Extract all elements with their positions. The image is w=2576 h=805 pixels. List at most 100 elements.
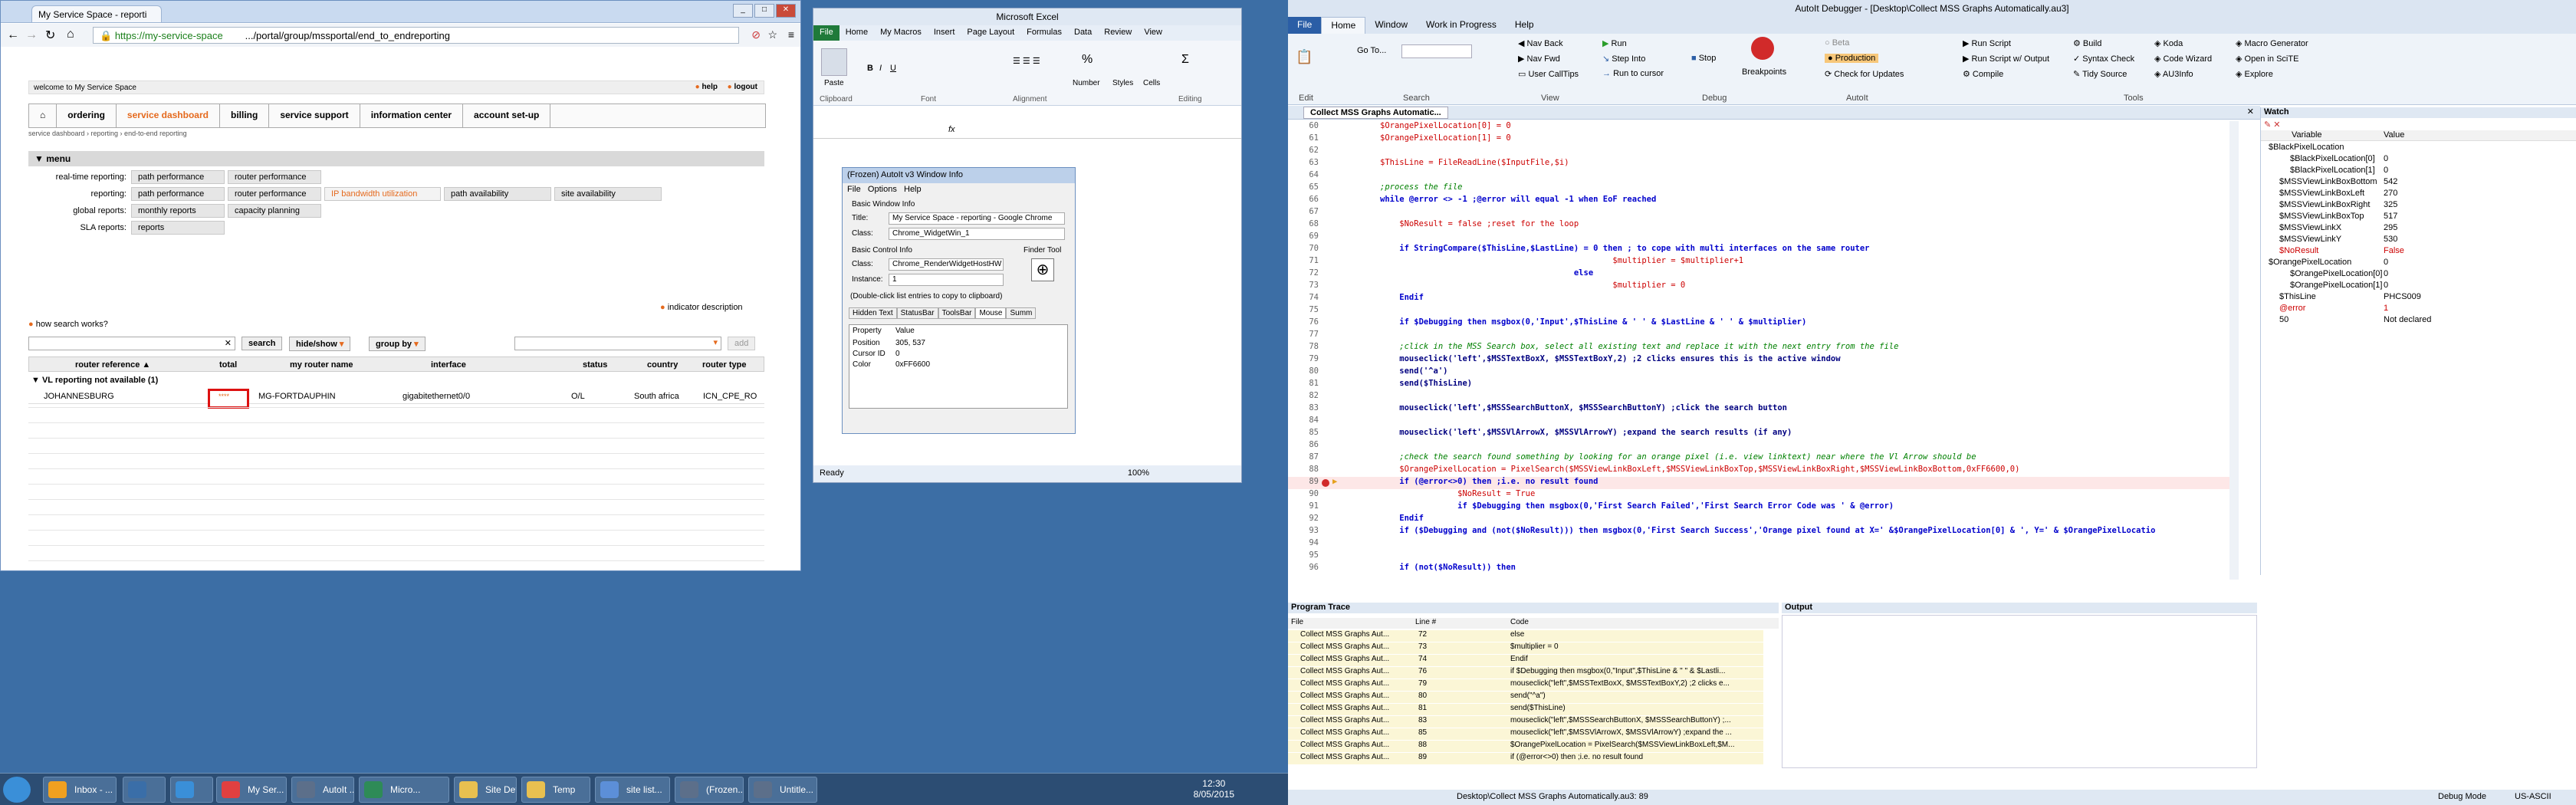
editor-scrollbar[interactable] xyxy=(2229,121,2239,580)
nav-information-center[interactable]: information center xyxy=(360,104,464,127)
sum-icon[interactable]: Σ xyxy=(1181,53,1189,67)
forward-icon[interactable]: → xyxy=(25,28,38,42)
align-icon[interactable]: ☰ ☰ ☰ xyxy=(1013,56,1040,66)
trace-row[interactable]: Collect MSS Graphs Aut... 80 send("^a") xyxy=(1288,692,1763,703)
code-line[interactable]: 66 while @error <> -1 ;@error will equal … xyxy=(1288,195,2231,207)
code-line[interactable]: 77 xyxy=(1288,330,2231,342)
nav-ordering[interactable]: ordering xyxy=(57,104,117,127)
tab-mouse[interactable]: Mouse xyxy=(975,307,1007,319)
menu-item[interactable]: site availability xyxy=(554,187,662,201)
production-option[interactable]: ● Production xyxy=(1825,54,1879,63)
class-field[interactable]: Chrome_WidgetWin_1 xyxy=(889,228,1065,240)
watch-row[interactable]: $OrangePixelLocation 0 xyxy=(2261,258,2568,268)
column-header[interactable]: interface xyxy=(431,360,466,370)
code-line[interactable]: 60 $OrangePixelLocation[0] = 0 xyxy=(1288,121,2231,133)
star-icon[interactable]: ☆ xyxy=(767,28,777,41)
bold-icon[interactable]: B xyxy=(867,64,873,73)
tab-window[interactable]: Window xyxy=(1365,17,1417,34)
back-icon[interactable]: ← xyxy=(7,28,19,42)
code-line[interactable]: 64 xyxy=(1288,170,2231,182)
home-icon[interactable]: ⌂ xyxy=(67,28,74,41)
code-line[interactable]: 86 xyxy=(1288,440,2231,452)
excel-tab[interactable]: Insert xyxy=(928,25,961,41)
column-header[interactable]: my router name xyxy=(290,360,353,370)
tab-statusbar[interactable]: StatusBar xyxy=(896,307,938,319)
nav-back-button[interactable]: ◀ Nav Back xyxy=(1518,38,1563,48)
code-line[interactable]: 68 $NoResult = false ;reset for the loop xyxy=(1288,219,2231,232)
code-line[interactable]: 80 send('^a') xyxy=(1288,366,2231,379)
column-header[interactable]: Value xyxy=(895,327,915,335)
code-line[interactable]: 72 else xyxy=(1288,268,2231,281)
code-line[interactable]: 94 xyxy=(1288,538,2231,550)
nav-billing[interactable]: billing xyxy=(220,104,270,127)
column-header[interactable]: Value xyxy=(2384,130,2404,140)
title-field[interactable]: My Service Space - reporting - Google Ch… xyxy=(889,212,1065,225)
nav-service-support[interactable]: service support xyxy=(269,104,360,127)
breakpoint-icon[interactable] xyxy=(1322,479,1329,487)
taskbar-item[interactable] xyxy=(123,777,166,803)
code-line[interactable]: 61 $OrangePixelLocation[1] = 0 xyxy=(1288,133,2231,146)
taskbar-item[interactable]: Untitle... xyxy=(748,777,817,803)
taskbar-item[interactable] xyxy=(170,777,213,803)
property-value[interactable]: 0xFF6600 xyxy=(895,360,930,369)
watch-row[interactable]: $MSSViewLinkBoxBottom 542 xyxy=(2261,177,2568,188)
code-line[interactable]: 65 ;process the file xyxy=(1288,182,2231,195)
watch-row[interactable]: $MSSViewLinkBoxLeft 270 xyxy=(2261,189,2568,199)
instance-field[interactable]: 1 xyxy=(889,274,1004,286)
macro-generator-button[interactable]: ◈ Macro Generator xyxy=(2236,38,2308,48)
help-link[interactable]: ● help xyxy=(695,83,718,91)
code-line[interactable]: 78 ;click in the MSS Search box, select … xyxy=(1288,342,2231,354)
watch-add-icon[interactable]: ✎ xyxy=(2264,120,2271,130)
taskbar-item[interactable]: My Ser... xyxy=(216,777,287,803)
menu-icon[interactable]: ≡ xyxy=(788,28,794,41)
menu-item[interactable]: router performance xyxy=(228,187,321,201)
excel-tab-file[interactable]: File xyxy=(813,25,840,41)
code-line[interactable]: 83 mouseclick('left',$MSSSearchButtonX, … xyxy=(1288,403,2231,416)
watch-row[interactable]: 50 Not declared xyxy=(2261,315,2568,326)
start-button[interactable] xyxy=(3,777,31,803)
maximize-button[interactable]: □ xyxy=(754,4,774,18)
menu-item[interactable]: path availability xyxy=(444,187,551,201)
watch-row[interactable]: $MSSViewLinkBoxRight 325 xyxy=(2261,200,2568,211)
column-header[interactable]: status xyxy=(583,360,607,370)
trace-row[interactable]: Collect MSS Graphs Aut... 72 else xyxy=(1288,630,1763,642)
run-script-button[interactable]: ▶ Run Script xyxy=(1963,38,2011,48)
code-line[interactable]: 93 if ($Debugging and (not($NoResult))) … xyxy=(1288,526,2231,538)
trace-row[interactable]: Collect MSS Graphs Aut... 74 Endif xyxy=(1288,655,1763,666)
column-header[interactable]: total xyxy=(219,360,237,370)
excel-tab[interactable]: View xyxy=(1138,25,1168,41)
code-line[interactable]: 81 send($ThisLine) xyxy=(1288,379,2231,391)
syntax-check-button[interactable]: ✓ Syntax Check xyxy=(2073,54,2134,64)
italic-icon[interactable]: I xyxy=(879,64,882,73)
search-combo[interactable] xyxy=(1401,44,1472,58)
menu-item[interactable]: reports xyxy=(131,221,225,235)
nav-fwd-button[interactable]: ▶ Nav Fwd xyxy=(1518,54,1560,64)
breakpoints-label[interactable]: Breakpoints xyxy=(1742,67,1786,77)
menu-file[interactable]: File xyxy=(847,185,861,194)
code-line[interactable]: 84 xyxy=(1288,416,2231,428)
taskbar-item[interactable]: Micro... xyxy=(359,777,449,803)
code-line[interactable]: 74 Endif xyxy=(1288,293,2231,305)
search-input[interactable]: ✕ xyxy=(28,337,235,350)
indicator-description[interactable]: ● indicator description xyxy=(660,303,743,312)
watch-row[interactable]: $MSSViewLinkX 295 xyxy=(2261,223,2568,234)
watch-row[interactable]: $MSSViewLinkY 530 xyxy=(2261,235,2568,245)
code-line[interactable]: 76 if $Debugging then msgbox(0,'Input',$… xyxy=(1288,317,2231,330)
code-line[interactable]: 96 if (not($NoResult)) then xyxy=(1288,563,2231,575)
taskbar-item[interactable]: Site Det... xyxy=(454,777,517,803)
au3info-button[interactable]: ◈ AU3Info xyxy=(2154,69,2193,79)
home-nav-icon[interactable]: ⌂ xyxy=(29,104,58,127)
user-calltips-button[interactable]: ▭ User CallTips xyxy=(1518,69,1579,79)
code-line[interactable]: 67 xyxy=(1288,207,2231,219)
breakpoints-icon[interactable] xyxy=(1751,37,1774,60)
nav-service-dashboard[interactable]: service dashboard xyxy=(117,104,220,127)
clear-icon[interactable]: ✕ xyxy=(225,338,232,348)
group-input[interactable]: ▾ xyxy=(514,337,721,350)
code-line[interactable]: 79 mouseclick('left',$MSSTextBoxX, $MSST… xyxy=(1288,354,2231,366)
column-header[interactable]: Variable xyxy=(2292,130,2322,140)
column-header[interactable]: router type xyxy=(702,360,746,370)
column-header[interactable]: Code xyxy=(1510,618,1529,626)
property-value[interactable]: 305, 537 xyxy=(895,339,925,347)
code-line[interactable]: 91 if $Debugging then msgbox(0,'First Se… xyxy=(1288,501,2231,514)
watch-row[interactable]: $OrangePixelLocation[1] 0 xyxy=(2261,281,2568,291)
